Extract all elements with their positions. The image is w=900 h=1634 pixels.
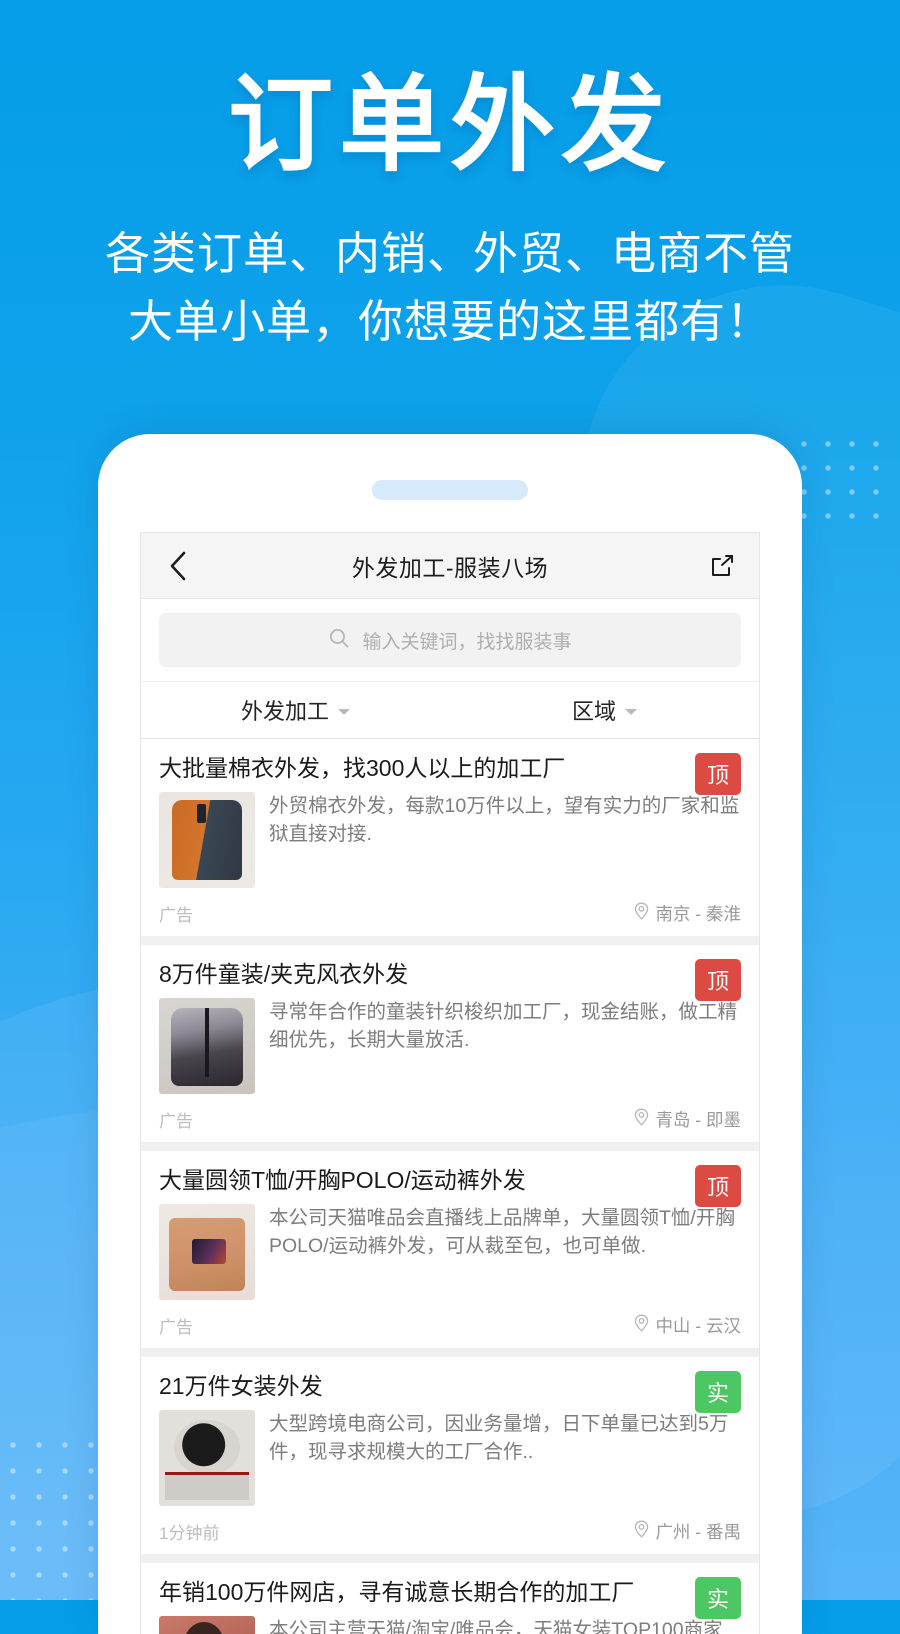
listing-footer: 广告 青岛 - 即墨 bbox=[159, 1098, 741, 1142]
list-item[interactable]: 年销100万件网店，寻有诚意长期合作的加工厂 实 本公司主营天猫/淘宝/唯品会，… bbox=[141, 1563, 759, 1634]
phone-mockup: 外发加工-服装八场 输入关键词，找找服装事 外发加工 区域 大批量棉衣外发，找3… bbox=[98, 434, 802, 1634]
filter-region[interactable]: 区域 bbox=[450, 694, 759, 726]
page-title: 外发加工-服装八场 bbox=[351, 554, 549, 581]
search-icon bbox=[328, 627, 350, 654]
listing-footer: 1分钟前 广州 - 番禺 bbox=[159, 1510, 741, 1554]
dot-grid-right-decoration bbox=[792, 432, 892, 532]
share-icon[interactable] bbox=[705, 549, 739, 583]
status-badge: 实 bbox=[695, 1371, 741, 1414]
filter-category[interactable]: 外发加工 bbox=[141, 694, 450, 726]
status-badge: 顶 bbox=[695, 1165, 741, 1208]
listing-location: 南京 - 秦淮 bbox=[634, 901, 741, 926]
chevron-down-icon bbox=[625, 709, 637, 715]
listing-title: 8万件童装/夹克风衣外发 bbox=[159, 961, 409, 988]
hero-section: 订单外发 各类订单、内销、外贸、电商不管 大单小单，你想要的这里都有！ bbox=[0, 0, 900, 356]
status-badge: 顶 bbox=[695, 753, 741, 795]
listing-meta: 广告 bbox=[159, 1112, 193, 1132]
status-badge: 实 bbox=[695, 1577, 741, 1620]
listing-location: 中山 - 云汉 bbox=[634, 1313, 741, 1338]
listing-meta: 1分钟前 bbox=[159, 1524, 220, 1544]
search-section: 输入关键词，找找服装事 bbox=[141, 599, 759, 681]
listing-thumbnail[interactable] bbox=[159, 1410, 255, 1507]
listing-description: 外贸棉衣外发，每款10万件以上，望有实力的厂家和监狱直接对接. bbox=[269, 795, 740, 846]
filter-region-label: 区域 bbox=[571, 699, 616, 724]
hero-subtitle-line-2: 大单小单，你想要的这里都有！ bbox=[127, 295, 772, 347]
listing-thumbnail[interactable] bbox=[159, 998, 255, 1095]
listing-title: 21万件女装外发 bbox=[159, 1373, 323, 1400]
listing-thumbnail[interactable] bbox=[159, 1204, 255, 1301]
listing-footer: 广告 中山 - 云汉 bbox=[159, 1304, 741, 1348]
location-pin-icon bbox=[634, 902, 649, 925]
listing-title: 大量圆领T恤/开胸POLO/运动裤外发 bbox=[159, 1167, 526, 1194]
hero-subtitle-line-1: 各类订单、内销、外贸、电商不管 bbox=[104, 227, 795, 279]
chevron-left-icon[interactable] bbox=[161, 549, 195, 583]
listing-body: 本公司天猫唯品会直播线上品牌单，大量圆领T恤/开胸POLO/运动裤外发，可从裁至… bbox=[159, 1204, 741, 1301]
chevron-down-icon bbox=[338, 709, 350, 715]
listing-location: 广州 - 番禺 bbox=[634, 1519, 741, 1544]
search-placeholder: 输入关键词，找找服装事 bbox=[362, 631, 572, 653]
list-item[interactable]: 大批量棉衣外发，找300人以上的加工厂 顶 外贸棉衣外发，每款10万件以上，望有… bbox=[141, 739, 759, 946]
listing-list: 大批量棉衣外发，找300人以上的加工厂 顶 外贸棉衣外发，每款10万件以上，望有… bbox=[141, 739, 759, 1634]
search-input[interactable]: 输入关键词，找找服装事 bbox=[159, 613, 741, 667]
listing-footer: 广告 南京 - 秦淮 bbox=[159, 892, 741, 936]
listing-thumbnail[interactable] bbox=[159, 792, 255, 889]
location-pin-icon bbox=[634, 1314, 649, 1337]
listing-title: 年销100万件网店，寻有诚意长期合作的加工厂 bbox=[159, 1579, 635, 1606]
hero-subtitle: 各类订单、内销、外贸、电商不管 大单小单，你想要的这里都有！ bbox=[0, 220, 900, 357]
listing-description: 大型跨境电商公司，因业务量增，日下单量已达到5万件，现寻求规模大的工厂合作.. bbox=[269, 1413, 729, 1464]
location-pin-icon bbox=[634, 1108, 649, 1131]
listing-location-label: 中山 - 云汉 bbox=[655, 1316, 741, 1337]
list-item[interactable]: 8万件童装/夹克风衣外发 顶 寻常年合作的童装针织梭织加工厂，现金结账，做工精细… bbox=[141, 945, 759, 1152]
status-badge: 顶 bbox=[695, 959, 741, 1002]
listing-title: 大批量棉衣外发，找300人以上的加工厂 bbox=[159, 755, 566, 781]
listing-description: 本公司天猫唯品会直播线上品牌单，大量圆领T恤/开胸POLO/运动裤外发，可从裁至… bbox=[269, 1207, 735, 1258]
hero-title: 订单外发 bbox=[227, 67, 672, 184]
listing-body: 大型跨境电商公司，因业务量增，日下单量已达到5万件，现寻求规模大的工厂合作.. bbox=[159, 1410, 741, 1507]
listing-thumbnail[interactable] bbox=[159, 1616, 255, 1634]
list-item[interactable]: 大量圆领T恤/开胸POLO/运动裤外发 顶 本公司天猫唯品会直播线上品牌单，大量… bbox=[141, 1151, 759, 1358]
filter-bar: 外发加工 区域 bbox=[141, 681, 759, 739]
listing-meta: 广告 bbox=[159, 1318, 193, 1338]
listing-location-label: 青岛 - 即墨 bbox=[655, 1110, 741, 1131]
listing-body: 本公司主营天猫/淘宝/唯品会，天猫女装TOP100商家随便做，单应应急的匀找，工… bbox=[159, 1616, 741, 1634]
listing-location-label: 广州 - 番禺 bbox=[655, 1522, 741, 1543]
listing-location-label: 南京 - 秦淮 bbox=[655, 904, 741, 925]
list-item[interactable]: 21万件女装外发 实 大型跨境电商公司，因业务量增，日下单量已达到5万件，现寻求… bbox=[141, 1357, 759, 1564]
location-pin-icon bbox=[634, 1520, 649, 1543]
phone-speaker-bar bbox=[372, 480, 528, 500]
listing-description: 本公司主营天猫/淘宝/唯品会，天猫女装TOP100商家随便做，单应应急的匀找，工… bbox=[269, 1619, 723, 1634]
listing-description: 寻常年合作的童装针织梭织加工厂，现金结账，做工精细优先，长期大量放活. bbox=[269, 1001, 738, 1052]
app-navbar: 外发加工-服装八场 bbox=[141, 533, 759, 599]
listing-location: 青岛 - 即墨 bbox=[634, 1107, 741, 1132]
listing-meta: 广告 bbox=[159, 906, 193, 926]
app-screen: 外发加工-服装八场 输入关键词，找找服装事 外发加工 区域 大批量棉衣外发，找3… bbox=[140, 532, 760, 1634]
listing-body: 外贸棉衣外发，每款10万件以上，望有实力的厂家和监狱直接对接. bbox=[159, 792, 741, 889]
filter-category-label: 外发加工 bbox=[240, 699, 329, 724]
listing-body: 寻常年合作的童装针织梭织加工厂，现金结账，做工精细优先，长期大量放活. bbox=[159, 998, 741, 1095]
